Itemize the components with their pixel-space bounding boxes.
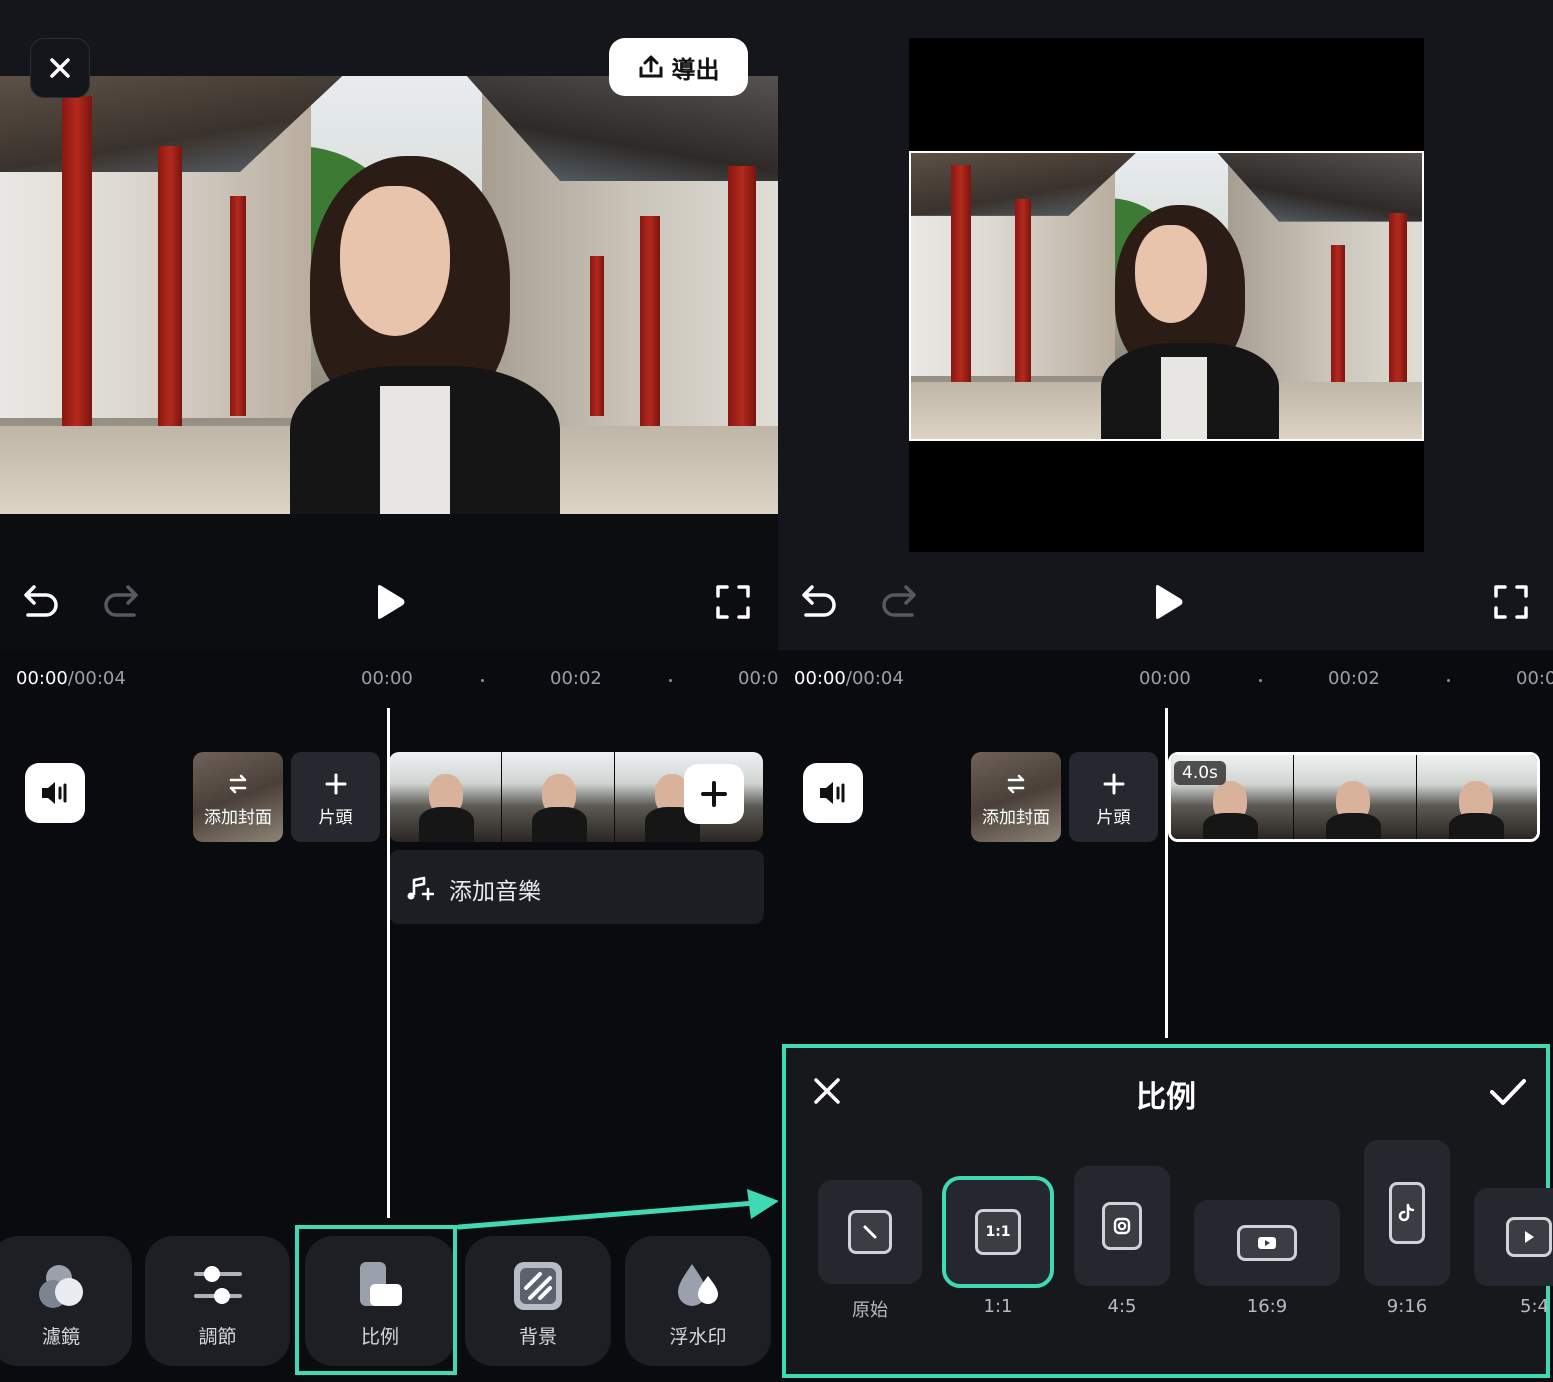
watermark-icon [678, 1264, 718, 1306]
plus-icon [325, 773, 347, 795]
tiktok-icon [1398, 1203, 1415, 1222]
confirm-icon[interactable] [1488, 1076, 1528, 1108]
undo-icon[interactable] [800, 583, 840, 619]
ratio-tool-highlight [295, 1225, 457, 1375]
video-preview[interactable] [909, 151, 1424, 441]
export-label: 導出 [671, 55, 720, 84]
play-icon[interactable] [1150, 582, 1186, 622]
video-preview[interactable] [0, 76, 778, 514]
tool-filter[interactable]: 濾鏡 [0, 1236, 132, 1366]
youtube-icon [1258, 1237, 1276, 1249]
add-intro-label: 片頭 [1096, 808, 1131, 828]
add-cover-label: 添加封面 [204, 808, 272, 828]
add-music-button[interactable]: 添加音樂 [389, 850, 764, 924]
original-icon [863, 1225, 877, 1239]
ratio-original[interactable] [818, 1180, 922, 1284]
time-readout: 00:00/00:04 [794, 668, 904, 689]
panel-title: 比例 [1136, 1080, 1196, 1115]
mute-button[interactable] [803, 763, 863, 823]
undo-icon[interactable] [22, 583, 62, 619]
ruler-mark-0: 00:00 [361, 668, 413, 689]
ruler-mark-2: 00:02 [550, 668, 602, 689]
clip-duration: 4.0s [1174, 761, 1226, 785]
ratio-4-5[interactable] [1074, 1166, 1170, 1286]
redo-icon[interactable] [100, 583, 140, 619]
ratio-5-4[interactable] [1474, 1188, 1553, 1286]
play-icon [1525, 1231, 1534, 1243]
ratio-5-4-label: 5:4 [1520, 1296, 1549, 1317]
add-cover-button[interactable]: 添加封面 [971, 752, 1061, 842]
export-button[interactable]: 導出 [609, 38, 748, 96]
arrow-annotation [456, 1189, 779, 1230]
add-music-label: 添加音樂 [449, 879, 541, 905]
redo-icon[interactable] [878, 583, 918, 619]
fullscreen-icon[interactable] [1493, 584, 1529, 620]
add-intro-button[interactable]: 片頭 [1069, 752, 1158, 842]
close-button[interactable] [30, 38, 90, 98]
ruler-mark-4: 00:0 [738, 668, 778, 689]
ratio-1-1-label: 1:1 [983, 1296, 1013, 1317]
tool-background[interactable]: 背景 [465, 1236, 611, 1366]
ratio-16-9-label: 16:9 [1246, 1296, 1288, 1317]
ratio-9-16[interactable] [1364, 1140, 1450, 1286]
adjust-icon [193, 1266, 242, 1304]
ratio-4-5-label: 4:5 [1107, 1296, 1137, 1317]
video-clip-selected[interactable]: 4.0s [1168, 752, 1540, 842]
swap-icon [229, 774, 247, 794]
add-intro-label: 片頭 [318, 808, 353, 828]
1-1-icon: 1:1 [975, 1209, 1021, 1255]
plus-icon [1103, 773, 1125, 795]
speaker-icon [820, 782, 845, 804]
filter-icon [39, 1265, 83, 1308]
fullscreen-icon[interactable] [715, 584, 751, 620]
ruler-mark-2: 00:02 [1328, 668, 1380, 689]
instagram-icon [1113, 1217, 1131, 1235]
editor-screen-ratio: 00:00/00:04 00:00 00:02 00:0 添加封面 片頭 4.0… [778, 0, 1553, 1382]
speaker-icon [42, 782, 67, 804]
swap-icon [1007, 774, 1025, 794]
add-cover-label: 添加封面 [982, 808, 1050, 828]
music-add-icon [407, 876, 434, 901]
time-readout: 00:00/00:04 [16, 668, 126, 689]
tool-watermark[interactable]: 浮水印 [625, 1236, 771, 1366]
ratio-9-16-label: 9:16 [1386, 1296, 1428, 1317]
ruler-mark-4: 00:0 [1516, 668, 1553, 689]
playhead[interactable] [387, 708, 390, 1218]
playhead[interactable] [1165, 708, 1168, 1038]
play-icon[interactable] [372, 582, 408, 622]
ratio-original-label: 原始 [852, 1300, 888, 1321]
background-icon [514, 1262, 562, 1310]
plus-icon [701, 781, 727, 807]
mute-button[interactable] [25, 763, 85, 823]
ratio-16-9[interactable] [1194, 1200, 1340, 1286]
ratio-1-1[interactable]: 1:1 [942, 1176, 1054, 1288]
add-intro-button[interactable]: 片頭 [291, 752, 380, 842]
ratio-panel: 比例 原始 1:1 1:1 4:5 16:9 9:16 5:4 [782, 1044, 1553, 1378]
ruler-mark-0: 00:00 [1139, 668, 1191, 689]
add-cover-button[interactable]: 添加封面 [193, 752, 283, 842]
editor-screen-main: 導出 00:00/00:04 00:00 00:02 00:0 添加封面 片頭 … [0, 0, 778, 1382]
tool-adjust[interactable]: 調節 [145, 1236, 290, 1366]
close-icon [50, 58, 70, 78]
add-clip-button[interactable] [684, 764, 744, 824]
upload-icon [639, 55, 662, 78]
